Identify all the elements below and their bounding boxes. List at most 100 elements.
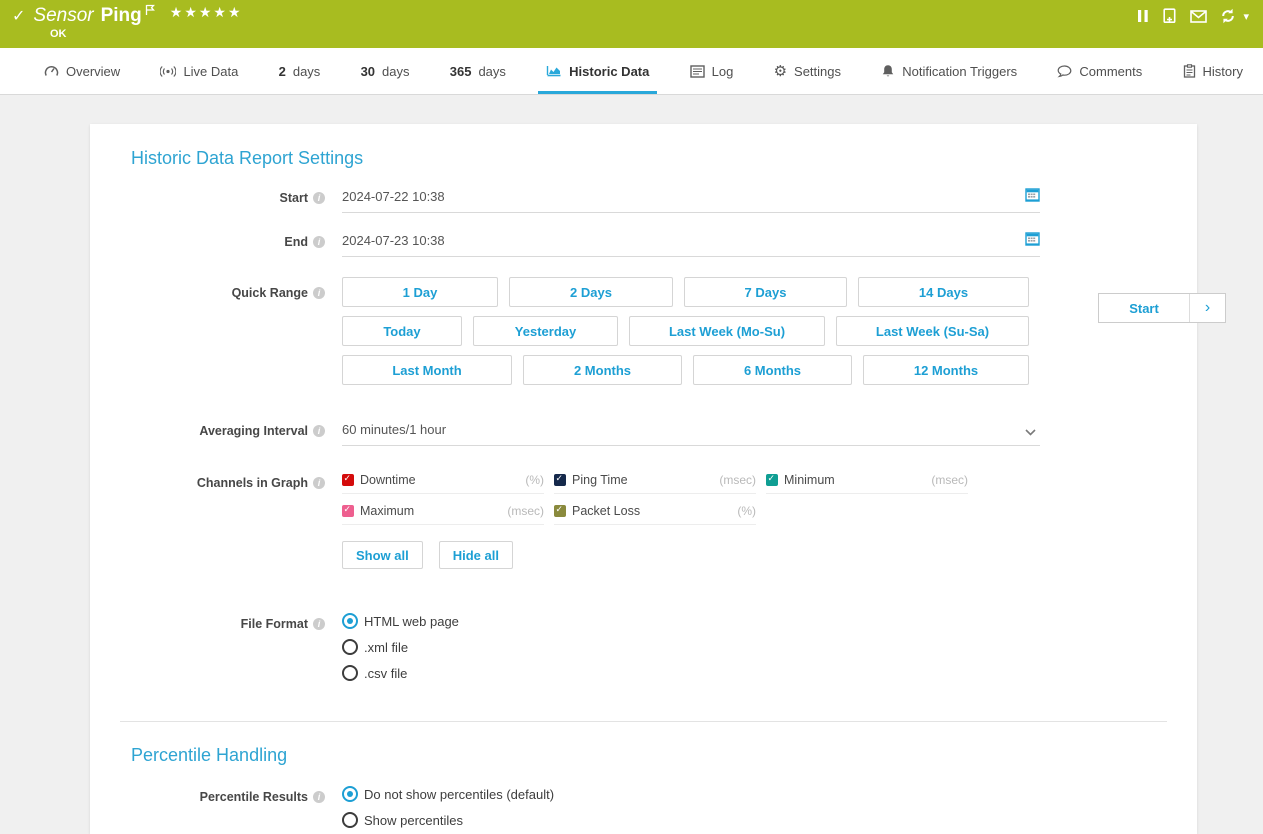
start-report-split-button: Start ›: [1098, 293, 1226, 323]
channel-minimum: Minimum (msec): [766, 472, 968, 494]
end-label: End: [284, 235, 308, 249]
tab-label: Comments: [1079, 64, 1142, 79]
tab-2-days[interactable]: 2 days: [279, 48, 321, 94]
tab-overview[interactable]: Overview: [44, 48, 120, 94]
start-label-group: Start i: [131, 189, 342, 207]
tab-30-days[interactable]: 30 days: [361, 48, 410, 94]
channel-unit: (msec): [719, 473, 756, 487]
percentile-results-label-group: Percentile Results i: [131, 788, 342, 806]
sensor-status-badge: OK: [50, 28, 67, 40]
percentile-results-row: Percentile Results i Do not show percent…: [131, 786, 1167, 834]
quick-range-2-days-button[interactable]: 2 Days: [509, 277, 673, 307]
tab-comments[interactable]: Comments: [1057, 48, 1142, 94]
percentile-option-do-not-show[interactable]: Do not show percentiles (default): [342, 786, 1040, 802]
file-format-option-html[interactable]: HTML web page: [342, 613, 1040, 629]
info-icon[interactable]: i: [313, 236, 325, 248]
quick-range-yesterday-button[interactable]: Yesterday: [473, 316, 618, 346]
downtime-checkbox[interactable]: [342, 474, 354, 486]
channels-label-group: Channels in Graph i: [131, 474, 342, 492]
radio-icon[interactable]: [342, 812, 358, 828]
channel-name: Packet Loss: [572, 504, 640, 518]
quick-range-12-months-button[interactable]: 12 Months: [863, 355, 1029, 385]
averaging-interval-select[interactable]: 60 minutes/1 hour: [342, 422, 1040, 446]
averaging-interval-label-group: Averaging Interval i: [131, 422, 342, 440]
packet-loss-checkbox[interactable]: [554, 505, 566, 517]
tab-value: 30: [361, 64, 375, 79]
averaging-interval-value: 60 minutes/1 hour: [342, 422, 446, 437]
show-all-button[interactable]: Show all: [342, 541, 423, 569]
sensor-name: Ping: [101, 5, 142, 27]
start-report-button[interactable]: Start: [1099, 294, 1189, 322]
channels-label: Channels in Graph: [197, 476, 308, 490]
history-icon: [1183, 64, 1196, 78]
channel-name: Ping Time: [572, 473, 628, 487]
file-format-option-xml[interactable]: .xml file: [342, 639, 1040, 655]
tab-365-days[interactable]: 365 days: [450, 48, 506, 94]
tab-historic-data[interactable]: Historic Data: [546, 48, 649, 94]
tab-settings[interactable]: ⚙ Settings: [774, 48, 841, 94]
radio-selected-icon[interactable]: [342, 613, 358, 629]
calendar-icon[interactable]: [1025, 187, 1040, 205]
averaging-interval-label: Averaging Interval: [199, 424, 308, 438]
hide-all-button[interactable]: Hide all: [439, 541, 513, 569]
averaging-interval-row: Averaging Interval i 60 minutes/1 hour: [131, 422, 1167, 446]
quick-range-1-day-button[interactable]: 1 Day: [342, 277, 498, 307]
end-date-field[interactable]: 2024-07-23 10:38: [342, 233, 1040, 257]
settings-card: Historic Data Report Settings Start i 20…: [90, 124, 1197, 834]
pause-icon[interactable]: [1137, 9, 1149, 23]
start-date-field[interactable]: 2024-07-22 10:38: [342, 189, 1040, 213]
channel-unit: (%): [737, 504, 756, 518]
chevron-right-icon[interactable]: ›: [1189, 294, 1225, 322]
quick-range-today-button[interactable]: Today: [342, 316, 462, 346]
quick-range-last-week-mo-su-button[interactable]: Last Week (Mo-Su): [629, 316, 825, 346]
file-format-label: File Format: [241, 617, 308, 631]
radio-icon[interactable]: [342, 665, 358, 681]
quick-range-7-days-button[interactable]: 7 Days: [684, 277, 847, 307]
info-icon[interactable]: i: [313, 477, 325, 489]
radio-label: HTML web page: [364, 614, 459, 629]
refresh-icon[interactable]: [1220, 8, 1236, 24]
minimum-checkbox[interactable]: [766, 474, 778, 486]
channel-name: Minimum: [784, 473, 835, 487]
channel-checkbox-grid: Downtime (%) Ping Time (msec) Minimum (m…: [342, 472, 982, 525]
tab-label: Historic Data: [569, 64, 649, 79]
gear-icon: ⚙: [774, 64, 787, 79]
info-icon[interactable]: i: [313, 287, 325, 299]
radio-icon[interactable]: [342, 639, 358, 655]
quick-range-row: Quick Range i 1 Day 2 Days 7 Days 14 Day…: [131, 277, 1167, 394]
channels-row: Channels in Graph i Downtime (%) Ping Ti…: [131, 472, 1167, 569]
ping-time-checkbox[interactable]: [554, 474, 566, 486]
priority-stars[interactable]: ★★★★★: [170, 4, 243, 21]
tab-live-data[interactable]: Live Data: [160, 48, 238, 94]
channel-unit: (msec): [931, 473, 968, 487]
quick-range-6-months-button[interactable]: 6 Months: [693, 355, 852, 385]
info-icon[interactable]: i: [313, 618, 325, 630]
section-title-percentile-handling: Percentile Handling: [131, 745, 1167, 766]
file-format-option-csv[interactable]: .csv file: [342, 665, 1040, 681]
tab-label: Overview: [66, 64, 120, 79]
radio-selected-icon[interactable]: [342, 786, 358, 802]
percentile-option-show[interactable]: Show percentiles: [342, 812, 1040, 828]
tab-log[interactable]: Log: [690, 48, 734, 94]
quick-range-last-month-button[interactable]: Last Month: [342, 355, 512, 385]
sensor-header: ✓ Sensor Ping ★★★★★ OK ▾: [0, 0, 1263, 48]
email-icon[interactable]: [1190, 10, 1207, 23]
channel-downtime: Downtime (%): [342, 472, 544, 494]
maximum-checkbox[interactable]: [342, 505, 354, 517]
status-ok-check-icon: ✓: [12, 6, 25, 26]
info-icon[interactable]: i: [313, 791, 325, 803]
more-actions-caret-icon[interactable]: ▾: [1243, 10, 1249, 23]
tab-notification-triggers[interactable]: Notification Triggers: [881, 48, 1017, 94]
flag-icon[interactable]: [145, 3, 156, 21]
channel-packet-loss: Packet Loss (%): [554, 503, 756, 525]
radio-label: .xml file: [364, 640, 408, 655]
tab-value: 365: [450, 64, 472, 79]
quick-range-2-months-button[interactable]: 2 Months: [523, 355, 682, 385]
quick-range-14-days-button[interactable]: 14 Days: [858, 277, 1029, 307]
quick-range-last-week-su-sa-button[interactable]: Last Week (Su-Sa): [836, 316, 1029, 346]
info-icon[interactable]: i: [313, 192, 325, 204]
info-icon[interactable]: i: [313, 425, 325, 437]
tab-history[interactable]: History: [1183, 48, 1243, 94]
calendar-icon[interactable]: [1025, 231, 1040, 249]
add-report-icon[interactable]: [1162, 8, 1177, 24]
